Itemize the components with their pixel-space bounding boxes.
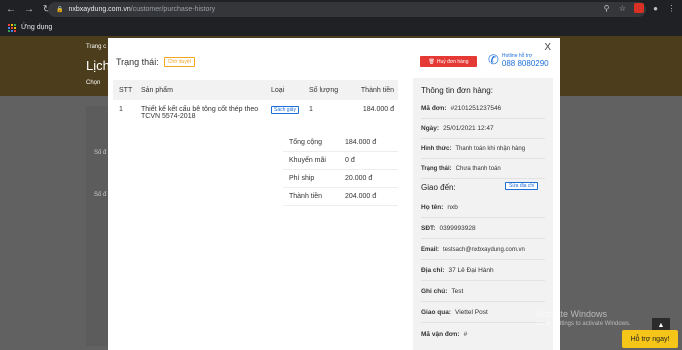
payment-row: Hình thức: Thanh toán khi nhận hàng bbox=[421, 139, 545, 159]
windows-watermark-title: Activate Windows bbox=[536, 309, 608, 319]
table-row: 1 Thiết kế kết cấu bê tông cốt thép theo… bbox=[113, 100, 398, 120]
summary-value: 20.000 đ bbox=[345, 175, 373, 182]
order-date-row: Ngày: 25/01/2021 12:47 bbox=[421, 119, 545, 139]
url-path: /customer/purchase-history bbox=[130, 6, 216, 13]
summary-label: Phí ship bbox=[289, 175, 315, 182]
table-header: STT Sản phẩm Loại Số lượng Thành tiền bbox=[113, 80, 398, 100]
row-stt: 1 bbox=[119, 106, 123, 113]
order-id-row: Mã đơn: #2101251237546 bbox=[421, 99, 545, 119]
order-info-title: Thông tin đơn hàng: bbox=[421, 86, 493, 95]
order-summary: Tổng cộng 184.000 đ Khuyến mãi 0 đ Phí s… bbox=[283, 134, 398, 206]
summary-row: Phí ship 20.000 đ bbox=[283, 170, 398, 188]
row-product[interactable]: Thiết kế kết cấu bê tông cốt thép theo T… bbox=[137, 106, 267, 120]
address-row: Địa chỉ: 37 Lê Đại Hành bbox=[421, 261, 545, 281]
breadcrumb[interactable]: Trang c bbox=[86, 44, 106, 50]
hotline-number[interactable]: 088 8080290 bbox=[502, 59, 549, 68]
tracking-label: Mã vận đơn: bbox=[421, 330, 460, 338]
summary-row: Tổng cộng 184.000 đ bbox=[283, 134, 398, 152]
apps-bookmark[interactable]: Ứng dụng bbox=[21, 24, 52, 31]
status-badge: Chờ duyệt bbox=[163, 57, 195, 67]
summary-value: 204.000 đ bbox=[345, 193, 377, 200]
bookmarks-bar: Ứng dụng bbox=[0, 19, 682, 36]
phone-row: SĐT: 0399993928 bbox=[421, 219, 545, 239]
chevron-up-icon: ▲ bbox=[657, 321, 665, 329]
note-label: Ghi chú: bbox=[421, 288, 448, 295]
order-detail-modal: X Trạng thái: Chờ duyệt 🗑 Huỷ đơn hàng ✆… bbox=[108, 38, 560, 350]
lock-icon: 🔒 bbox=[56, 7, 64, 13]
cancel-order-button[interactable]: 🗑 Huỷ đơn hàng bbox=[420, 56, 477, 67]
order-status: Trạng thái: Chờ duyệt bbox=[116, 57, 195, 67]
tracking-value: # bbox=[463, 330, 468, 338]
profile-icon[interactable]: ● bbox=[651, 4, 660, 13]
page-heading: Lịch bbox=[86, 58, 110, 73]
name-value: nxb bbox=[447, 204, 458, 211]
col-product: Sản phẩm bbox=[141, 86, 173, 94]
hotline[interactable]: ✆ Hotline hỗ trợ 088 8080290 bbox=[488, 52, 549, 68]
address-value: 37 Lê Đại Hành bbox=[448, 267, 494, 274]
order-id-value: #2101251237546 bbox=[450, 105, 502, 112]
cancel-order-label: Huỷ đơn hàng bbox=[436, 58, 469, 65]
col-price: Thành tiền bbox=[360, 86, 394, 94]
carrier-value: Viettel Post bbox=[454, 309, 488, 316]
summary-row: Khuyến mãi 0 đ bbox=[283, 152, 398, 170]
forward-icon[interactable]: → bbox=[24, 4, 34, 15]
back-icon[interactable]: ← bbox=[6, 4, 16, 15]
menu-icon[interactable]: ⋮ bbox=[667, 4, 676, 13]
page-subtitle: Chọn bbox=[86, 80, 101, 86]
address-label: Địa chỉ: bbox=[421, 267, 445, 274]
col-type: Loại bbox=[271, 86, 285, 94]
name-row: Họ tên: nxb bbox=[421, 198, 545, 218]
col-qty: Số lượng bbox=[309, 86, 339, 94]
order-date-label: Ngày: bbox=[421, 125, 440, 132]
tracking-row: Mã vận đơn: # bbox=[421, 324, 545, 344]
star-icon[interactable]: ☆ bbox=[618, 4, 627, 13]
payment-state-row: Trạng thái: Chưa thanh toán bbox=[421, 159, 545, 179]
email-label: Email: bbox=[421, 246, 440, 253]
search-icon[interactable]: ⚲ bbox=[602, 4, 611, 13]
status-label: Trạng thái: bbox=[116, 57, 159, 67]
carrier-label: Giao qua: bbox=[421, 309, 451, 316]
support-button[interactable]: Hỗ trợ ngay! bbox=[622, 330, 678, 348]
summary-label: Thành tiền bbox=[289, 193, 323, 200]
carrier-row: Giao qua: Viettel Post bbox=[421, 303, 545, 323]
payment-label: Hình thức: bbox=[421, 145, 452, 152]
phone-value: 0399993928 bbox=[439, 225, 476, 232]
browser-chrome: ← → ↻ 🔒 nxbxaydung.com.vn /customer/purc… bbox=[0, 0, 682, 36]
name-label: Họ tên: bbox=[421, 204, 444, 211]
apps-icon[interactable] bbox=[8, 23, 16, 32]
note-row: Ghi chú: Test bbox=[421, 282, 545, 302]
edit-address-button[interactable]: Sửa địa chỉ bbox=[505, 182, 539, 190]
summary-label: Khuyến mãi bbox=[289, 157, 326, 164]
extension-icon[interactable] bbox=[634, 3, 644, 13]
windows-watermark-sub: Go to Settings to activate Windows. bbox=[536, 321, 631, 327]
col-stt: STT bbox=[119, 86, 133, 94]
summary-value: 184.000 đ bbox=[345, 139, 377, 146]
note-value: Test bbox=[451, 288, 464, 295]
row-type: Sách giấy bbox=[267, 106, 305, 120]
row-qty: 1 bbox=[309, 106, 313, 113]
summary-row: Thành tiền 204.000 đ bbox=[283, 188, 398, 206]
email-row: Email: testsach@nxbxaydung.com.vn bbox=[421, 240, 545, 260]
order-date-value: 25/01/2021 12:47 bbox=[443, 125, 494, 132]
order-info-panel: Thông tin đơn hàng: Mã đơn: #21012512375… bbox=[413, 78, 553, 350]
url-host: nxbxaydung.com.vn bbox=[68, 6, 131, 13]
side-stat-a: Số đ bbox=[94, 150, 107, 156]
payment-state-label: Trạng thái: bbox=[421, 165, 452, 172]
phone-label: SĐT: bbox=[421, 225, 436, 232]
summary-label: Tổng cộng bbox=[289, 139, 323, 146]
phone-icon: ✆ bbox=[488, 52, 499, 67]
payment-value: Thanh toán khi nhận hàng bbox=[455, 145, 526, 152]
summary-value: 0 đ bbox=[345, 157, 355, 164]
order-id-label: Mã đơn: bbox=[421, 105, 447, 112]
payment-state-value: Chưa thanh toán bbox=[455, 165, 501, 172]
side-stat-b: Số đ bbox=[94, 192, 107, 198]
type-badge: Sách giấy bbox=[271, 106, 299, 114]
product-table: STT Sản phẩm Loại Số lượng Thành tiền 1 … bbox=[113, 80, 398, 350]
toolbar-actions: ⚲ ☆ ● ⋮ bbox=[602, 3, 676, 13]
delivery-title: Giao đến: bbox=[421, 183, 456, 192]
row-price: 184.000 đ bbox=[362, 106, 394, 113]
address-bar[interactable]: 🔒 nxbxaydung.com.vn /customer/purchase-h… bbox=[48, 2, 646, 17]
email-value: testsach@nxbxaydung.com.vn bbox=[443, 246, 525, 253]
trash-icon: 🗑 bbox=[428, 58, 435, 65]
